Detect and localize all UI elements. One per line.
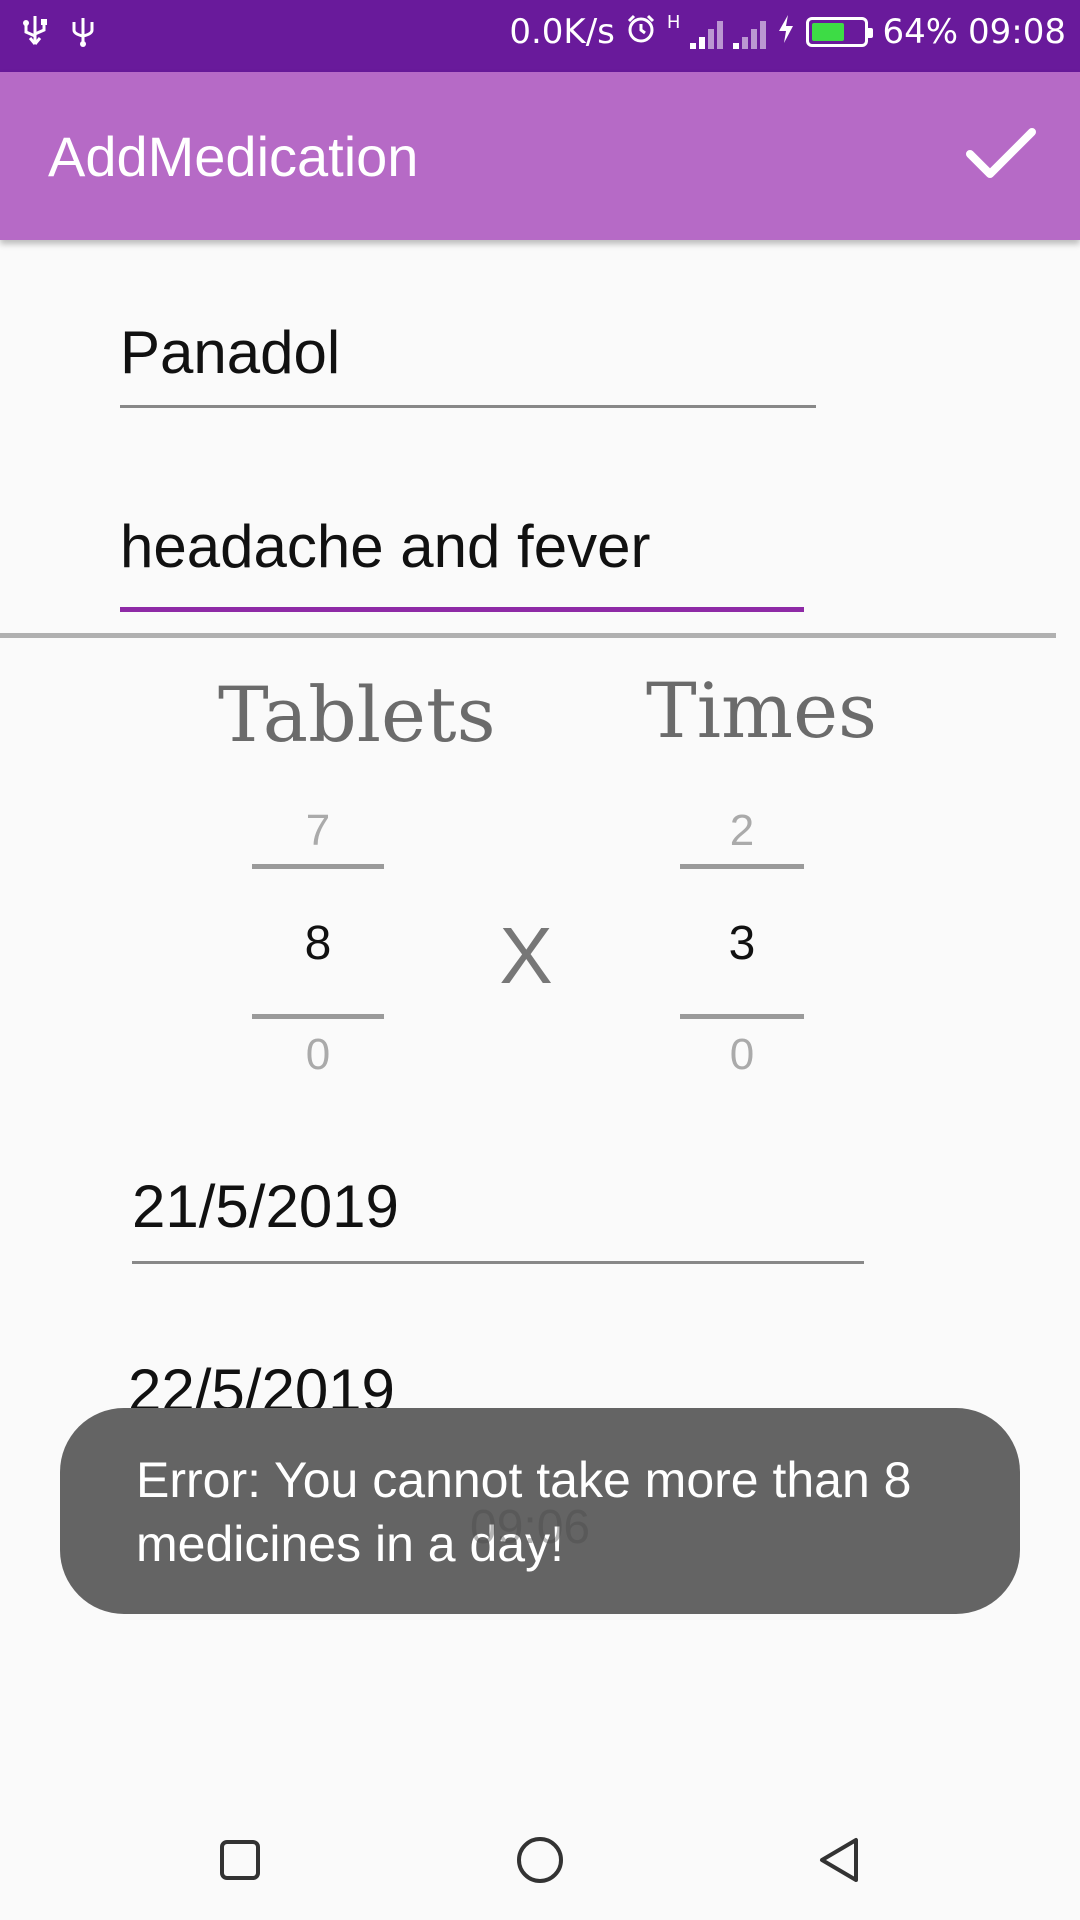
recents-icon — [220, 1840, 260, 1880]
medicine-name-field[interactable]: Panadol — [120, 318, 816, 408]
signal-icon — [690, 15, 724, 49]
field-underline — [132, 1261, 864, 1264]
status-bar: 0.0K/s H 64% 09:08 — [0, 0, 1080, 72]
medicine-name-value: Panadol — [120, 319, 341, 386]
tablets-current-value[interactable]: 8 — [248, 916, 388, 971]
picker-divider — [680, 864, 804, 869]
status-right-icons: 0.0K/s H 64% 09:08 — [509, 12, 1066, 52]
reason-field[interactable]: headache and fever — [120, 512, 804, 612]
charging-icon — [776, 13, 796, 51]
section-divider — [0, 633, 1056, 638]
back-button[interactable] — [810, 1830, 870, 1890]
tablets-next-value[interactable]: 0 — [248, 1030, 388, 1080]
network-type: H — [666, 12, 681, 33]
usb-debug-icon — [66, 14, 100, 55]
start-date-field[interactable]: 21/5/2019 — [132, 1172, 864, 1264]
status-left-icons — [18, 14, 100, 55]
home-icon — [517, 1837, 563, 1883]
times-next-value[interactable]: 0 — [672, 1030, 812, 1080]
clock: 09:08 — [968, 12, 1066, 52]
home-button[interactable] — [510, 1830, 570, 1890]
field-underline — [120, 405, 816, 408]
battery-icon — [806, 17, 874, 47]
signal-icon-sim2 — [733, 15, 767, 49]
app-bar: AddMedication — [0, 72, 1080, 240]
tablets-prev-value[interactable]: 7 — [248, 806, 388, 856]
times-prev-value[interactable]: 2 — [672, 806, 812, 856]
back-icon — [820, 1838, 858, 1882]
net-speed: 0.0K/s — [509, 12, 615, 52]
time-value[interactable]: 09:06 — [470, 1500, 590, 1555]
alarm-icon — [625, 13, 657, 51]
recents-button[interactable] — [210, 1830, 270, 1890]
times-label: Times — [646, 666, 878, 755]
start-date-value: 21/5/2019 — [132, 1173, 399, 1240]
picker-divider — [252, 864, 384, 869]
usb-icon — [18, 14, 52, 55]
page-title: AddMedication — [48, 125, 419, 188]
navigation-bar — [0, 1800, 1080, 1920]
multiply-symbol: X — [499, 911, 553, 1000]
field-underline-focused — [120, 607, 804, 612]
tablets-label: Tablets — [218, 670, 496, 759]
times-current-value[interactable]: 3 — [672, 916, 812, 971]
check-icon — [966, 128, 1036, 178]
picker-divider — [252, 1014, 384, 1019]
reason-value: headache and fever — [120, 513, 651, 580]
confirm-button[interactable] — [960, 112, 1040, 192]
picker-divider — [680, 1014, 804, 1019]
battery-percent: 64% — [882, 12, 959, 52]
